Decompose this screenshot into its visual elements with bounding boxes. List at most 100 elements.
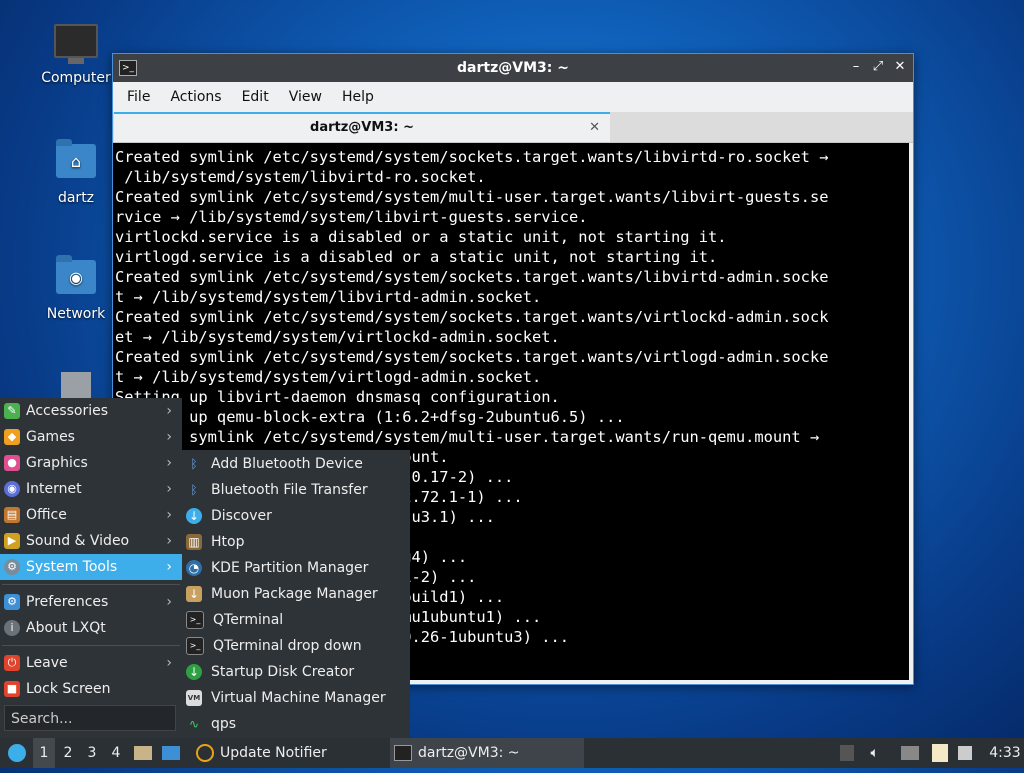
submenu-item-discover[interactable]: ↓ Discover [182,503,410,529]
file-manager-launcher[interactable] [134,738,156,768]
network-folder-icon: ◉ [54,255,98,300]
submenu-item-htop[interactable]: ▥ Htop [182,529,410,555]
menu-item-label: About LXQt [26,620,106,636]
menu-item-accessories[interactable]: ✎ Accessories › [0,398,182,424]
menu-item-about-lxqt[interactable]: i About LXQt [0,615,182,641]
volume-icon[interactable]: 🔈︎ [870,738,878,768]
menu-item-games[interactable]: ◆ Games › [0,424,182,450]
chevron-right-icon: › [166,533,172,549]
discover-icon: ↓ [186,508,202,524]
workspace-3[interactable]: 3 [81,738,103,768]
submenu-item-bluetooth-file-transfer[interactable]: ᛒ Bluetooth File Transfer [182,477,410,503]
file-manager-icon [134,746,152,760]
window-titlebar[interactable]: >_ dartz@VM3: ~ – ⤢ ✕ [113,54,913,82]
games-icon: ◆ [4,429,20,445]
start-menu-button[interactable] [4,738,30,768]
menu-item-label: Lock Screen [26,681,111,697]
submenu-item-kde-partition-manager[interactable]: ◔ KDE Partition Manager [182,555,410,581]
close-icon[interactable]: ✕ [893,59,907,75]
chevron-right-icon: › [166,403,172,419]
qps-icon: ∿ [188,717,200,731]
task-label: dartz@VM3: ~ [418,745,520,761]
menu-item-label: System Tools [26,559,118,575]
minimize-icon[interactable]: – [849,59,863,75]
submenu-item-label: Bluetooth File Transfer [211,482,368,498]
submenu-item-label: KDE Partition Manager [211,560,369,576]
submenu-item-label: Muon Package Manager [211,586,378,602]
menu-item-office[interactable]: ▤ Office › [0,502,182,528]
submenu-item-qps[interactable]: ∿ qps [182,711,410,737]
menu-item-internet[interactable]: ◉ Internet › [0,476,182,502]
terminal-icon: >_ [186,611,204,629]
terminal-tab[interactable]: dartz@VM3: ~ ✕ [114,112,610,142]
terminal-line: virtlockd.service is a disabled or a sta… [115,228,727,246]
lxqt-logo-icon [8,744,26,762]
internet-icon: ◉ [4,481,20,497]
task-update-notifier[interactable]: Update Notifier [192,738,386,768]
htop-icon: ▥ [186,534,202,550]
menu-help[interactable]: Help [332,89,384,105]
tab-close-icon[interactable]: ✕ [589,114,600,142]
terminal-icon [394,745,412,761]
menu-item-leave[interactable]: ⏻ Leave › [0,650,182,676]
menu-view[interactable]: View [279,89,332,105]
menu-search-input[interactable]: Search... [4,705,176,731]
preferences-icon: ⚙ [4,594,20,610]
desktop-icon-computer[interactable]: Computer [36,24,116,86]
system-tools-submenu: ᛒ Add Bluetooth Device ᛒ Bluetooth File … [182,450,410,739]
bluetooth-icon: ᛒ [190,483,198,497]
menu-item-label: Leave [26,655,68,671]
taskbar: 1 2 3 4 Update Notifier dartz@VM3: ~ 🔈︎ … [0,738,1024,768]
bluetooth-icon: ᛒ [190,457,198,471]
submenu-item-qterminal[interactable]: >_ QTerminal [182,607,410,633]
desktop-icon-network[interactable]: ◉ Network [36,255,116,322]
terminal-line: et → /lib/systemd/system/virtlockd-admin… [115,328,560,346]
partition-manager-icon: ◔ [186,560,202,576]
terminal-line: Created symlink /etc/systemd/system/sock… [115,348,829,366]
desktop-icon-home[interactable]: ⌂ dartz [36,139,116,206]
package-manager-icon: ↓ [186,586,202,602]
menu-item-system-tools[interactable]: ⚙ System Tools › [0,554,182,580]
chevron-right-icon: › [166,507,172,523]
menu-item-preferences[interactable]: ⚙ Preferences › [0,589,182,615]
submenu-item-muon-package-manager[interactable]: ↓ Muon Package Manager [182,581,410,607]
menu-edit[interactable]: Edit [232,89,279,105]
lock-icon: ■ [4,681,20,697]
task-terminal[interactable]: dartz@VM3: ~ [390,738,584,768]
sound-video-icon: ▶ [4,533,20,549]
terminal-line: Created symlink /etc/systemd/system/sock… [115,268,829,286]
show-desktop-launcher[interactable] [162,738,184,768]
maximize-icon[interactable]: ⤢ [871,59,885,75]
submenu-item-qterminal-drop-down[interactable]: >_ QTerminal drop down [182,633,410,659]
menu-file[interactable]: File [117,89,160,105]
terminal-line: Created symlink /etc/systemd/system/mult… [115,428,820,446]
submenu-item-startup-disk-creator[interactable]: ↓ Startup Disk Creator [182,659,410,685]
virt-manager-icon: VM [186,690,202,706]
menu-item-lock-screen[interactable]: ■ Lock Screen [0,676,182,702]
graphics-icon: ● [4,455,20,471]
menu-item-label: Office [26,507,67,523]
workspace-4[interactable]: 4 [105,738,127,768]
submenu-item-label: Discover [211,508,272,524]
menu-actions[interactable]: Actions [160,89,231,105]
submenu-item-label: Startup Disk Creator [211,664,355,680]
menu-item-label: Sound & Video [26,533,130,549]
submenu-item-add-bluetooth-device[interactable]: ᛒ Add Bluetooth Device [182,451,410,477]
terminal-line: Setting up libvirt-daemon dnsmasq config… [115,388,560,406]
start-menu: ✎ Accessories › ◆ Games › ● Graphics › ◉… [0,398,182,738]
menu-item-graphics[interactable]: ● Graphics › [0,450,182,476]
about-icon: i [4,620,20,636]
desktop-icon-label: dartz [57,190,95,206]
submenu-item-virtual-machine-manager[interactable]: VM Virtual Machine Manager [182,685,410,711]
tray-up-arrow-icon[interactable] [840,745,854,761]
clipboard-icon[interactable] [931,744,948,762]
terminal-line: virtlogd.service is a disabled or a stat… [115,248,718,266]
clock[interactable]: 4:33 [988,738,1022,768]
network-icon[interactable] [901,746,920,760]
notification-icon[interactable] [958,746,973,760]
tab-bar: dartz@VM3: ~ ✕ [113,112,913,143]
menu-item-sound-video[interactable]: ▶ Sound & Video › [0,528,182,554]
workspace-1[interactable]: 1 [33,738,55,768]
menu-item-label: Games [26,429,75,445]
workspace-2[interactable]: 2 [57,738,79,768]
